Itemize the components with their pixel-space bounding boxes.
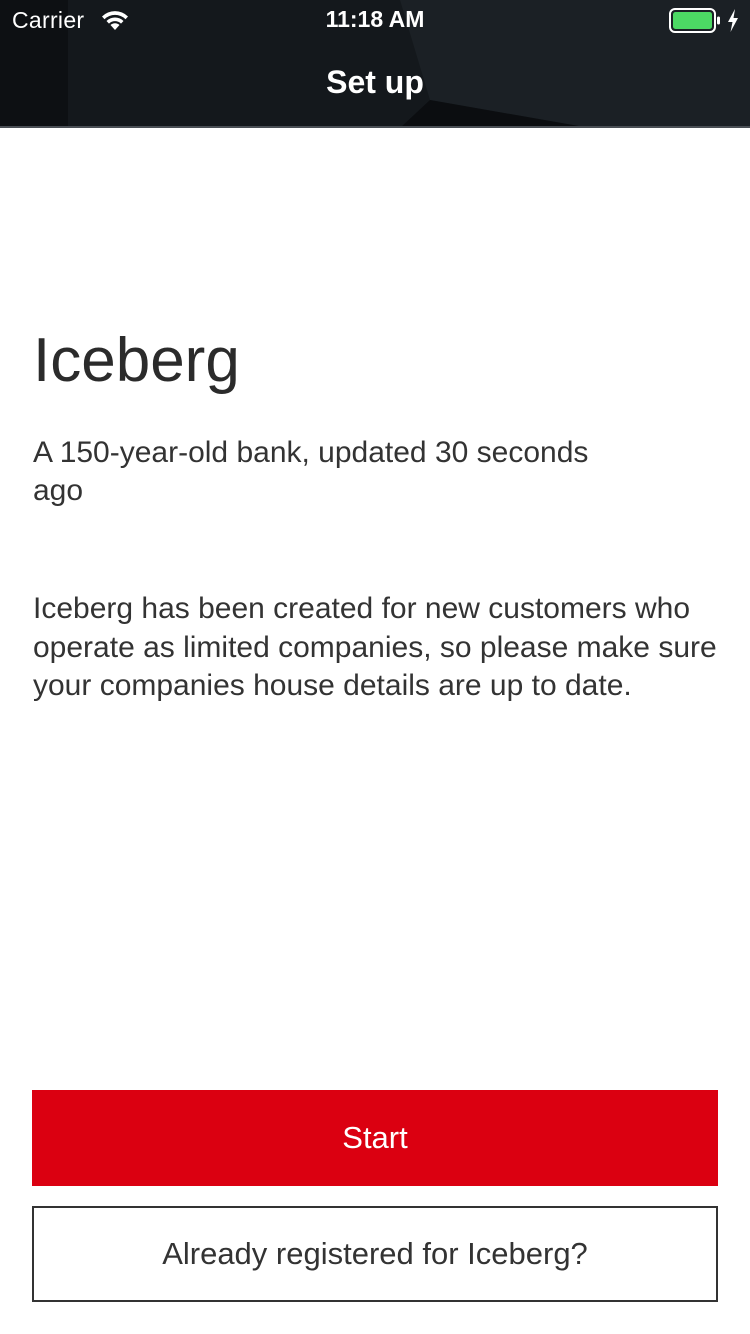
description-text: Iceberg has been created for new custome… xyxy=(33,592,717,702)
status-time: 11:18 AM xyxy=(325,6,425,32)
already-registered-button[interactable]: Already registered for Iceberg? xyxy=(32,1206,718,1302)
nav-title: Set up xyxy=(326,64,424,100)
status-bar: Carrier 11:18 AM xyxy=(0,0,750,40)
battery-icon xyxy=(669,8,720,33)
app-name-heading: Iceberg xyxy=(33,326,240,395)
app-header: Carrier 11:18 AM Set up xyxy=(0,0,750,128)
charging-bolt-icon xyxy=(728,9,738,32)
tagline-text: A 150-year-old bank, updated 30 seconds … xyxy=(33,436,589,507)
start-button[interactable]: Start xyxy=(32,1090,718,1186)
